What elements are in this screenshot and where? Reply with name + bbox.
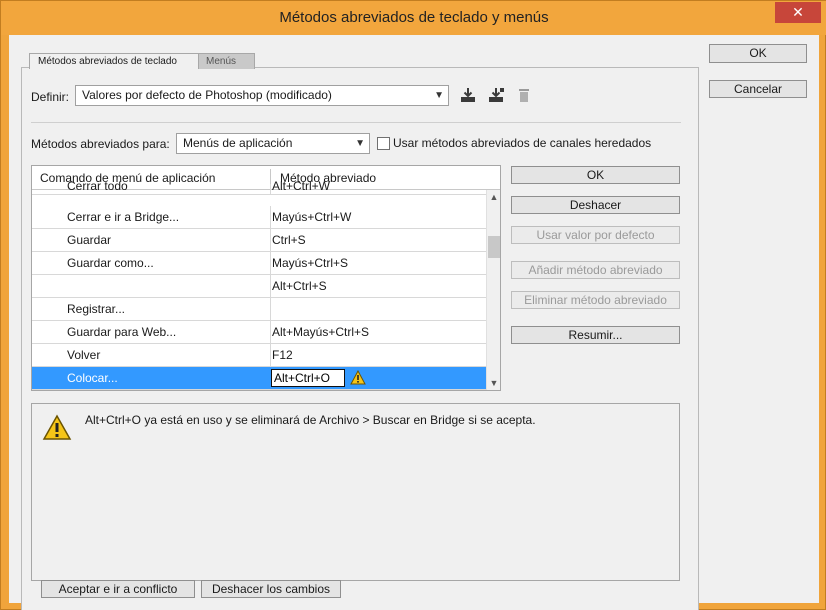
window-title: Métodos abreviados de teclado y menús	[279, 9, 549, 26]
row-shortcut: Alt+Ctrl+W	[272, 179, 331, 193]
close-button[interactable]: ✕	[775, 2, 821, 23]
scroll-up-icon[interactable]: ▲	[487, 190, 500, 204]
table-row[interactable]: Guardar Ctrl+S	[32, 229, 486, 252]
row-shortcut: Mayús+Ctrl+W	[272, 210, 352, 224]
warning-icon	[350, 369, 366, 385]
row-command: Volver	[67, 348, 101, 362]
table-scrollbar[interactable]: ▲ ▼	[486, 190, 500, 390]
dialog-window: Métodos abreviados de teclado y menús ✕ …	[0, 0, 826, 610]
define-label: Definir:	[31, 90, 70, 104]
row-command: Guardar como...	[67, 256, 154, 270]
warning-icon	[42, 414, 72, 441]
table-row[interactable]: Cerrar todo Alt+Ctrl+W	[32, 179, 486, 195]
table-row[interactable]: Cerrar e ir a Bridge... Mayús+Ctrl+W	[32, 206, 486, 229]
row-command: Colocar...	[67, 371, 118, 385]
summarize-button[interactable]: Resumir...	[511, 326, 680, 344]
dialog-client-area: Métodos abreviados de teclado Menús Defi…	[9, 35, 819, 610]
table-row[interactable]: Registrar...	[32, 298, 486, 321]
save-set-icon[interactable]	[459, 86, 477, 104]
shortcuts-table: Comando de menú de aplicación Método abr…	[31, 165, 501, 391]
undo-button[interactable]: Deshacer	[511, 196, 680, 214]
row-shortcut: F12	[272, 348, 293, 362]
chevron-down-icon: ▼	[355, 138, 365, 149]
define-select[interactable]: Valores por defecto de Photoshop (modifi…	[75, 85, 449, 106]
row-command: Guardar	[67, 233, 112, 247]
shortcuts-for-label: Métodos abreviados para:	[31, 137, 170, 151]
conflict-message-panel: Alt+Ctrl+O ya está en uso y se eliminará…	[31, 403, 680, 581]
shortcuts-for-select[interactable]: Menús de aplicación ▼	[176, 133, 370, 154]
cell-divider	[270, 321, 271, 344]
row-command: Cerrar e ir a Bridge...	[67, 210, 180, 224]
legacy-channel-shortcuts-checkbox[interactable]	[377, 137, 390, 150]
tab-keyboard-shortcuts[interactable]: Métodos abreviados de teclado	[29, 53, 199, 69]
tab-menus[interactable]: Menús	[197, 53, 255, 69]
ok-inner-button[interactable]: OK	[511, 166, 680, 184]
legacy-channel-shortcuts-label: Usar métodos abreviados de canales hered…	[393, 136, 652, 150]
cell-divider	[270, 184, 271, 195]
table-row[interactable]: Guardar para Web... Alt+Mayús+Ctrl+S	[32, 321, 486, 344]
delete-shortcut-button[interactable]: Eliminar método abreviado	[511, 291, 680, 309]
row-shortcut: Alt+Ctrl+S	[272, 279, 327, 293]
title-bar[interactable]: Métodos abreviados de teclado y menús ✕	[1, 1, 826, 35]
define-select-value: Valores por defecto de Photoshop (modifi…	[82, 88, 332, 102]
cell-divider	[270, 229, 271, 252]
add-shortcut-button[interactable]: Añadir método abreviado	[511, 261, 680, 279]
trash-icon[interactable]	[515, 87, 533, 105]
accept-go-to-conflict-button[interactable]: Aceptar e ir a conflicto	[41, 580, 195, 598]
table-row-selected[interactable]: Colocar... Alt+Ctrl+O	[32, 367, 486, 390]
use-default-button[interactable]: Usar valor por defecto	[511, 226, 680, 244]
row-command: Cerrar todo	[67, 179, 128, 193]
conflict-message-text: Alt+Ctrl+O ya está en uso y se eliminará…	[85, 413, 536, 427]
table-row[interactable]: Alt+Ctrl+S	[32, 275, 486, 298]
cell-divider	[270, 206, 271, 229]
scroll-down-icon[interactable]: ▼	[487, 376, 500, 390]
cell-divider	[270, 252, 271, 275]
row-shortcut: Mayús+Ctrl+S	[272, 256, 349, 270]
scroll-thumb[interactable]	[488, 236, 500, 258]
ok-button[interactable]: OK	[709, 44, 807, 63]
cell-divider	[270, 344, 271, 367]
divider	[31, 122, 681, 123]
row-shortcut: Alt+Mayús+Ctrl+S	[272, 325, 370, 339]
shortcuts-for-value: Menús de aplicación	[183, 136, 293, 150]
cell-divider	[270, 275, 271, 298]
table-row[interactable]: Guardar como... Mayús+Ctrl+S	[32, 252, 486, 275]
cell-divider	[270, 298, 271, 321]
table-row[interactable]: Volver F12	[32, 344, 486, 367]
row-shortcut: Ctrl+S	[272, 233, 306, 247]
row-command: Guardar para Web...	[67, 325, 177, 339]
cancel-button[interactable]: Cancelar	[709, 80, 807, 98]
chevron-down-icon: ▼	[434, 90, 444, 101]
save-as-set-icon[interactable]	[487, 86, 505, 104]
undo-changes-button[interactable]: Deshacer los cambios	[201, 580, 341, 598]
shortcut-edit-input[interactable]: Alt+Ctrl+O	[271, 369, 345, 387]
row-command: Registrar...	[67, 302, 126, 316]
